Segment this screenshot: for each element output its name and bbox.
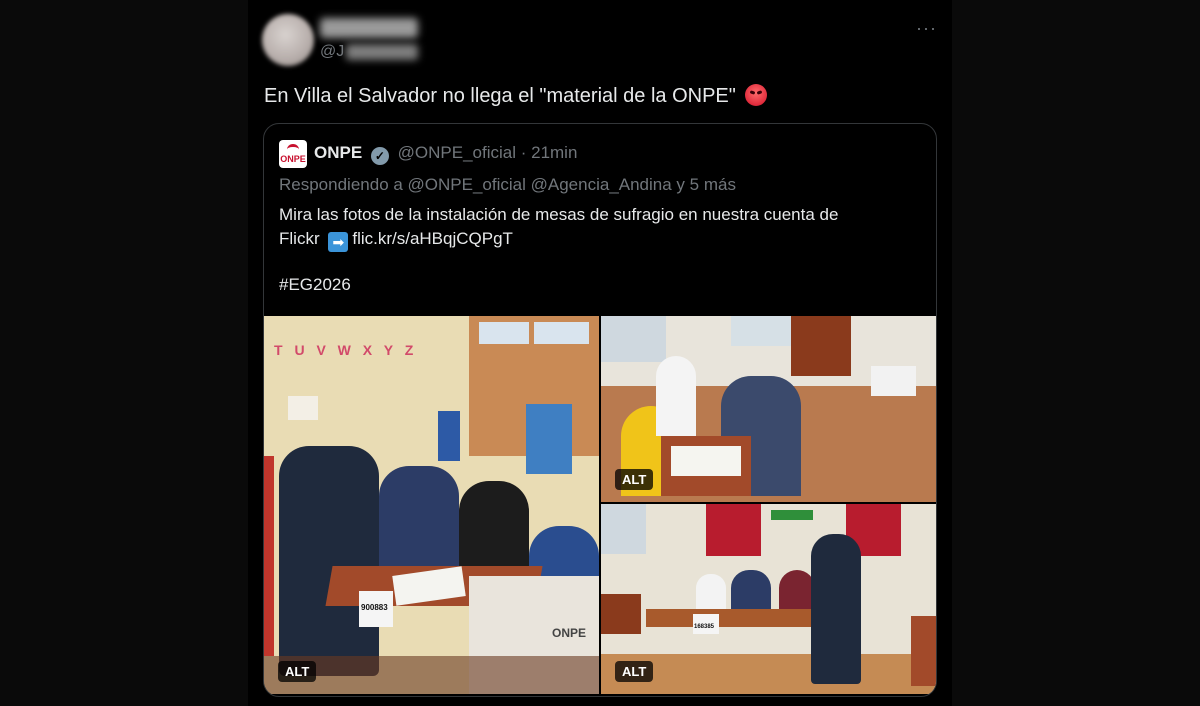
photo-window [601,316,666,362]
author-handle-prefix: @J [320,43,345,60]
photo-shelf [791,316,851,376]
photo-box-label: ONPE [552,626,587,640]
author-handle-blurred [346,43,419,60]
more-options-icon[interactable]: ··· [916,18,937,39]
onpe-logo-text: ONPE [280,154,306,164]
quoted-tweet-header: ONPE ✓ @ONPE_oficial · 21min [314,143,577,165]
photo-green-sign [771,510,813,520]
author-avatar[interactable] [262,14,314,66]
photo-blue-poster [526,404,572,474]
replying-to: Respondiendo a @ONPE_oficial @Agencia_An… [279,175,736,194]
author-name-blurred[interactable] [320,18,418,38]
author-handle[interactable]: @J [320,43,419,61]
quoted-author-name[interactable]: ONPE [314,143,362,162]
photo-window-pane [479,322,529,344]
alt-badge[interactable]: ALT [615,661,654,682]
quoted-handle-time[interactable]: @ONPE_oficial · 21min [398,143,578,162]
quoted-tweet[interactable]: ONPE ONPE ✓ @ONPE_oficial · 21min Respon… [263,123,937,697]
right-arrow-emoji-icon: ➡ [328,232,349,252]
photo-voting-table-3[interactable]: 168385 ALT [601,504,936,694]
verified-badge-icon: ✓ [370,147,389,165]
tweet-text-content: En Villa el Salvador no llega el "materi… [264,85,736,107]
photo-papers [671,446,741,476]
quoted-body-line1: Mira las fotos de la instalación de mesa… [279,205,839,224]
photo-wall-letters: T U V W X Y Z [274,342,418,358]
alt-badge[interactable]: ALT [615,469,654,490]
photo-person-white [656,356,696,436]
photo-person-vest [279,446,379,676]
photo-red-curtain [706,504,761,556]
angry-face-emoji-icon [745,84,768,106]
quoted-body-flickr: Flickr [279,229,320,248]
photo-sign [871,366,916,396]
photo-cabinet [601,594,641,634]
hashtag[interactable]: #EG2026 [279,275,351,295]
photo-poster [288,396,318,420]
tweet: @J ··· En Villa el Salvador no llega el … [248,0,952,706]
photo-person-seated [379,466,459,566]
photo-person-seated [696,574,726,614]
photo-window [731,316,791,346]
onpe-avatar-logo[interactable]: ONPE [279,140,307,168]
photo-window-pane [534,322,589,344]
photo-voting-table-2[interactable]: ALT [601,316,936,502]
tweet-text: En Villa el Salvador no llega el "materi… [264,84,768,108]
photo-person-standing [811,534,861,684]
quoted-tweet-body: Mira las fotos de la instalación de mesa… [279,203,919,252]
photo-small-poster [438,411,460,461]
flickr-link[interactable]: flic.kr/s/aHBqjCQPgT [352,229,513,248]
photo-table-number: 168385 [694,624,715,630]
photo-voting-table-1[interactable]: T U V W X Y Z 900883 ONPE ALT [264,316,599,694]
photo-person-seated [459,481,529,571]
photo-table [646,609,811,627]
photo-table-number: 900883 [361,603,388,612]
photo-cabinet [911,616,936,686]
photo-window [601,504,646,554]
alt-badge[interactable]: ALT [278,661,317,682]
photo-red-jacket [264,456,274,656]
